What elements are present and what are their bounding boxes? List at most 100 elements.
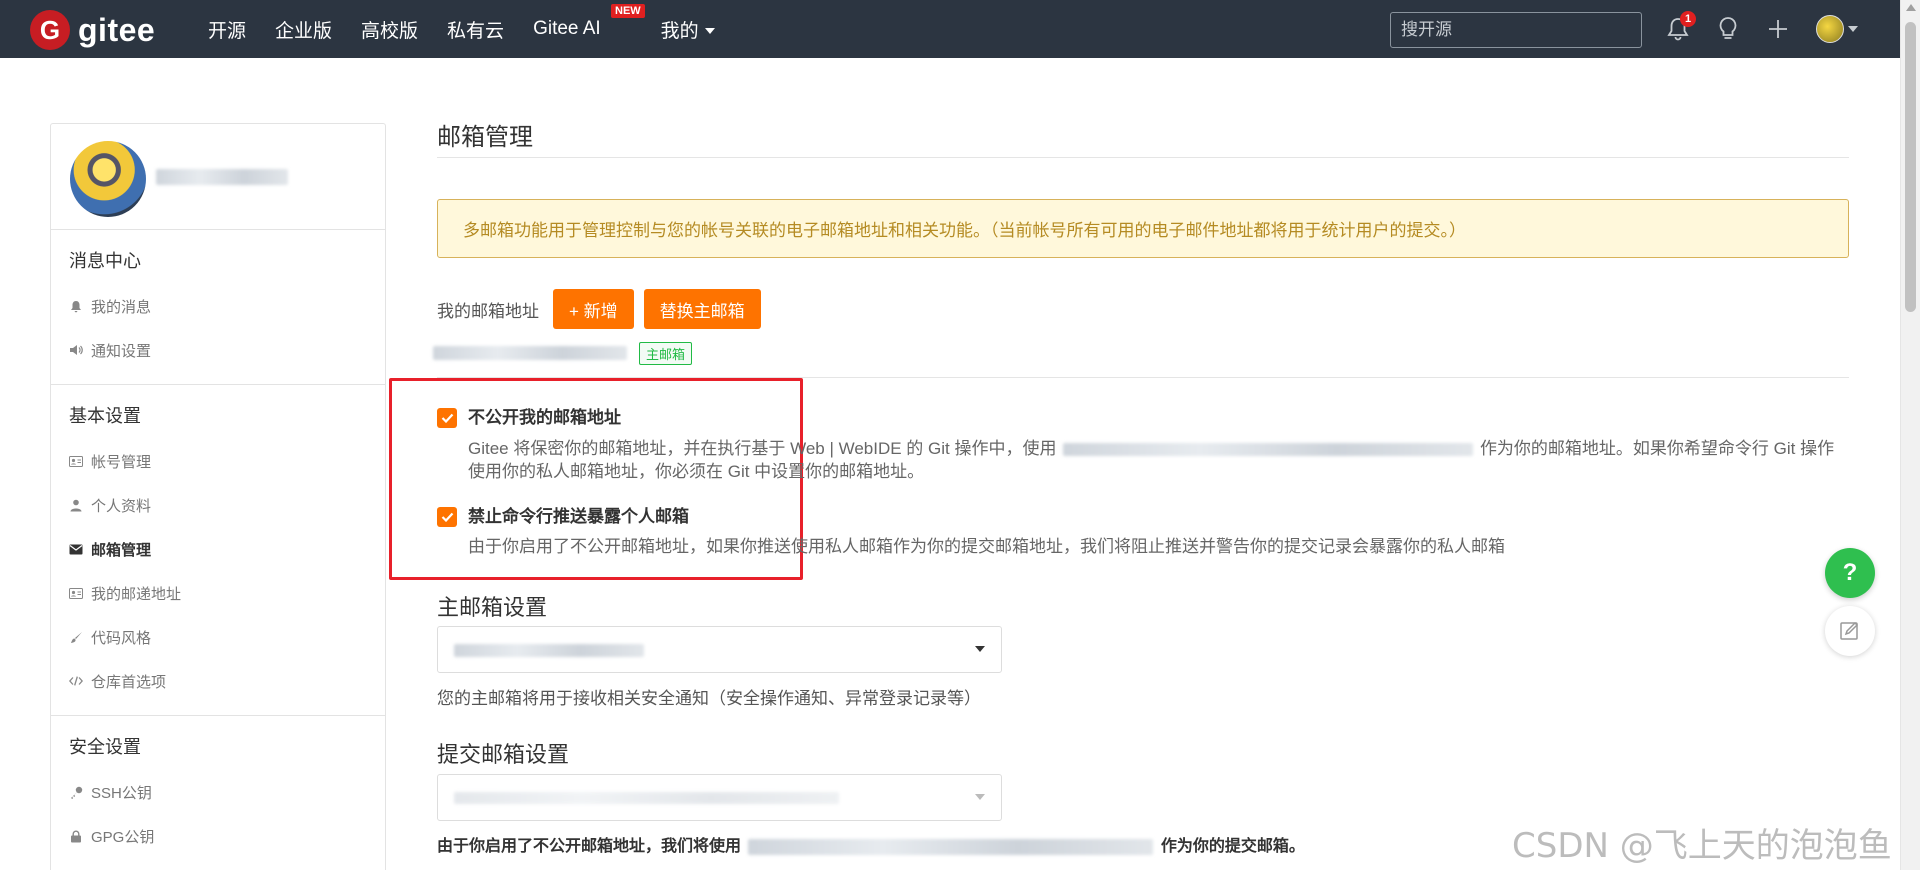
sidebar-item-label: 帐号管理 [91,453,152,471]
nav-link-private-cloud[interactable]: 私有云 [447,16,504,43]
chevron-down-icon [975,646,985,652]
sidebar-item-account[interactable]: 帐号管理 [51,439,385,483]
selected-email-redacted [454,644,644,657]
notification-badge: 1 [1680,11,1696,27]
sidebar-item-label: 通知设置 [91,342,152,360]
nav-link-opensource[interactable]: 开源 [208,16,246,43]
hide-email-desc-part1: Gitee 将保密你的邮箱地址，并在执行基于 Web | WebIDE 的 Gi… [468,439,1057,458]
scroll-thumb[interactable] [1905,22,1916,312]
menu-group-title: 安全设置 [69,737,141,757]
nav-link-gitee-ai[interactable]: Gitee AI NEW [533,4,645,40]
sidebar-item-notification-settings[interactable]: 通知设置 [51,328,385,372]
notification-button[interactable]: 1 [1664,11,1696,43]
key-icon [69,785,83,799]
chevron-down-icon [975,794,985,800]
sidebar-item-label: 仓库首选项 [91,673,167,691]
menu-group-basic-settings: 基本设置 帐号管理 个人资料 邮箱管理 我的邮递地址 代码风格 仓库首选项 [51,385,385,716]
email-actions-row: 我的邮箱地址 + 新增 替换主邮箱 [437,289,771,329]
commit-note-part2: 作为你的提交邮箱。 [1160,838,1305,855]
gitee-logo[interactable]: G gitee [30,10,155,50]
ideas-button[interactable] [1714,15,1742,43]
new-badge: NEW [611,4,645,18]
nav-link-mine-label: 我的 [660,20,699,42]
commit-email-redacted [748,838,1154,855]
envelope-icon [69,542,83,556]
create-button[interactable] [1764,15,1792,43]
menu-group-messages: 消息中心 我的消息 通知设置 [51,230,385,385]
primary-email-badge: 主邮箱 [639,341,693,365]
page-scrollbar[interactable] [1900,0,1920,870]
lock-icon [69,829,83,843]
commit-email-settings-title: 提交邮箱设置 [437,742,570,767]
sidebar-item-email-management[interactable]: 邮箱管理 [51,527,385,571]
sidebar-item-repo-preferences[interactable]: 仓库首选项 [51,659,385,703]
sidebar-item-my-messages[interactable]: 我的消息 [51,284,385,328]
replace-primary-email-button[interactable]: 替换主邮箱 [643,289,761,329]
nav-link-education[interactable]: 高校版 [361,16,418,43]
checkmark-icon [441,512,453,522]
option-hide-email: 不公开我的邮箱地址 [437,407,621,429]
sidebar-item-label: 个人资料 [91,497,152,515]
hide-email-title: 不公开我的邮箱地址 [468,408,621,427]
watermark: CSDN @飞上天的泡泡鱼 [1512,826,1892,866]
code-icon [69,674,83,688]
block-cli-push-description: 由于你启用了不公开邮箱地址，如果你推送使用私人邮箱作为你的提交邮箱地址，我们将阻… [468,537,1505,556]
avatar [1816,15,1844,43]
commit-email-note: 由于你启用了不公开邮箱地址，我们将使用 作为你的提交邮箱。 [437,832,1305,856]
chevron-down-icon [1848,26,1858,32]
sidebar-item-ssh-keys[interactable]: SSH公钥 [51,770,385,814]
add-email-button[interactable]: + 新增 [553,289,634,329]
info-notice: 多邮箱功能用于管理控制与您的帐号关联的电子邮箱地址和相关功能。（当前帐号所有可用… [437,199,1849,258]
primary-email-settings-title: 主邮箱设置 [437,595,548,620]
my-email-label: 我的邮箱地址 [437,301,539,321]
plus-icon [1769,20,1787,38]
checkmark-icon [441,413,453,423]
logo-text: gitee [78,11,156,48]
sidebar-item-code-style[interactable]: 代码风格 [51,615,385,659]
user-icon [69,498,83,512]
brush-icon [69,630,83,644]
email-address-redacted [433,346,627,360]
sidebar-item-label: GPG公钥 [91,828,155,846]
page-title: 邮箱管理 [437,124,533,151]
sidebar-item-label: SSH公钥 [91,784,152,802]
primary-email-helper: 您的主邮箱将用于接收相关安全通知（安全操作通知、异常登录记录等） [437,689,981,708]
sidebar-item-label: 我的邮递地址 [91,585,182,603]
hide-email-checkbox[interactable] [437,408,457,428]
lightbulb-icon [1719,17,1737,39]
hide-email-description: Gitee 将保密你的邮箱地址，并在执行基于 Web | WebIDE 的 Gi… [468,437,1849,483]
block-cli-push-title: 禁止命令行推送暴露个人邮箱 [468,507,689,526]
nav-link-mine[interactable]: 我的 [661,16,715,43]
sidebar-item-label: 邮箱管理 [91,541,152,559]
nav-link-gitee-ai-label: Gitee AI [533,18,601,39]
menu-group-security: 安全设置 SSH公钥 GPG公钥 [51,716,385,870]
feedback-button[interactable] [1825,606,1875,656]
address-card-icon [69,586,83,600]
sidebar-item-label: 代码风格 [91,629,152,647]
top-icons: 1 [1664,0,1882,58]
scroll-up-arrow-icon[interactable] [1906,4,1916,11]
edit-icon [1840,621,1859,640]
commit-email-select[interactable] [437,774,1002,821]
sidebar-item-postal-address[interactable]: 我的邮递地址 [51,571,385,615]
avatar[interactable] [70,141,146,217]
top-navbar: G gitee 开源 企业版 高校版 私有云 Gitee AI NEW 我的 1 [0,0,1900,58]
option-block-cli-push: 禁止命令行推送暴露个人邮箱 [437,506,689,528]
chevron-down-icon [704,28,715,35]
selected-email-redacted [454,792,839,804]
block-cli-push-checkbox[interactable] [437,507,457,527]
settings-sidebar: 消息中心 我的消息 通知设置 基本设置 帐号管理 个人资料 邮箱管理 我的邮递地… [50,123,386,870]
sidebar-item-gpg-keys[interactable]: GPG公钥 [51,814,385,858]
primary-email-select[interactable] [437,626,1002,673]
sidebar-item-profile[interactable]: 个人资料 [51,483,385,527]
nav-link-enterprise[interactable]: 企业版 [275,16,332,43]
menu-group-title: 消息中心 [69,251,141,271]
nav-links: 开源 企业版 高校版 私有云 Gitee AI NEW 我的 [208,0,744,58]
primary-email-entry: 主邮箱 [433,341,693,365]
user-menu[interactable] [1814,15,1860,43]
search-input[interactable] [1390,12,1642,48]
title-divider [437,157,1849,158]
help-button[interactable]: ? [1825,548,1875,598]
sidebar-item-label: 我的消息 [91,298,152,316]
profile-card [51,124,385,230]
